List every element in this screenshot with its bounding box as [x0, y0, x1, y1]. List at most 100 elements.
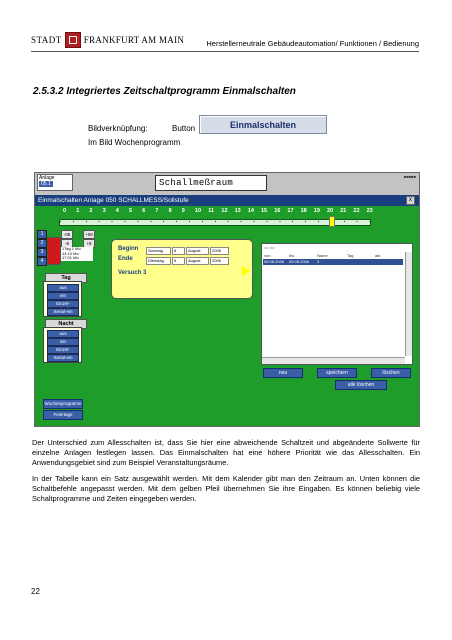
hour-label: 4: [115, 208, 119, 214]
hour-label: 8: [168, 208, 172, 214]
ende-weekday[interactable]: Dienstag: [146, 257, 171, 265]
hour-scale: 0 1 2 3 4 5 6 7 8 9 10 11 12 13 14 15 16 17 18 19 20 21 22 23: [63, 208, 383, 216]
close-icon[interactable]: x: [406, 196, 415, 205]
page-number: 22: [31, 587, 40, 596]
tag-serial-ein-button[interactable]: Serial-ein: [47, 308, 79, 316]
hour-label: 7: [155, 208, 159, 214]
room-name-field: Schallmeßraum: [155, 175, 267, 191]
table-title: ••• ••••: [264, 245, 275, 250]
hour-label: 13: [234, 208, 241, 214]
table-row[interactable]: 06.08.2006 09.08.2006 3: [263, 259, 403, 265]
date-range-panel: Beginn Ende Sonntag 6 August 2006 Dienst…: [111, 239, 253, 299]
control-num-2[interactable]: 2: [37, 239, 47, 248]
tag-einzel-freigabe-button[interactable]: Einzel-Freigabe: [47, 300, 79, 312]
section-title: 2.5.3.2 Integriertes Zeitschaltprogramm …: [33, 86, 296, 97]
logo-word-stadt: STADT: [31, 35, 62, 45]
hour-label: 12: [221, 208, 228, 214]
page-header: STADT FRANKFURT AM MAIN Herstellerneutra…: [31, 29, 419, 52]
nacht-ein-button[interactable]: ein: [47, 338, 79, 346]
col-name: Name: [317, 253, 328, 258]
nacht-panel: aus ein Einzel-Freigabe Serial-ein: [43, 327, 82, 363]
hour-label: 10: [195, 208, 202, 214]
paragraph-1: Der Unterschied zum Allesschalten ist, d…: [32, 438, 420, 467]
hour-label: 3: [102, 208, 106, 214]
apply-arrow-icon[interactable]: [242, 266, 250, 276]
bildverknuepfung-type: Button: [172, 124, 196, 133]
ende-year[interactable]: 2006: [210, 257, 229, 265]
hour-label: 19: [313, 208, 320, 214]
control-num-3[interactable]: 3: [37, 248, 47, 257]
hour-label: 18: [300, 208, 307, 214]
feiertage-button[interactable]: Feiertage: [43, 410, 83, 420]
beginn-year[interactable]: 2006: [210, 247, 229, 255]
hour-label: 16: [274, 208, 281, 214]
wochenprogramm-button[interactable]: Wochenprogramm: [43, 399, 83, 409]
einmalschalten-button[interactable]: Einmalschalten: [199, 115, 327, 134]
vertical-scrollbar[interactable]: [405, 252, 412, 356]
ende-label: Ende: [118, 256, 133, 262]
hour-label: 20: [327, 208, 334, 214]
hour-label: 6: [142, 208, 146, 214]
anlage-value[interactable]: 05.1: [39, 181, 53, 187]
minus-08-button[interactable]: -08: [61, 230, 73, 239]
status-indicator: [47, 237, 61, 265]
neu-button[interactable]: neu: [263, 368, 303, 378]
beginn-weekday[interactable]: Sonntag: [146, 247, 171, 255]
hour-label: 22: [353, 208, 360, 214]
tag-aus-button[interactable]: aus: [47, 284, 79, 292]
header-breadcrumb: Herstellerneutrale Gebäudeautomation/ Fu…: [206, 39, 419, 48]
hour-label: 1: [76, 208, 80, 214]
tag-ein-button[interactable]: ein: [47, 292, 79, 300]
tag-panel: aus ein Einzel-Freigabe Serial-ein: [43, 281, 82, 317]
cell-name: 3: [317, 259, 320, 264]
city-seal-icon: [64, 32, 81, 48]
col-von: von: [264, 253, 271, 258]
paragraph-2: In der Tabelle kann ein Satz ausgewählt …: [32, 474, 420, 503]
horizontal-scrollbar[interactable]: [262, 357, 405, 364]
date-line: 17.01 Mo: [62, 255, 79, 260]
control-block: 1 2 3 4 -08 +08 -8 +8 1Tag 1 Mo 14.10 Mo…: [37, 230, 95, 270]
anlage-box: Anlage 05.1: [37, 174, 73, 191]
beginn-day[interactable]: 6: [172, 247, 185, 255]
bildverknuepfung-sub: Im Bild Wochenprogramm: [88, 138, 181, 147]
window-titlebar: Einmalschalten Anlage 050 SCHALLMESS/Sol…: [35, 195, 419, 206]
ende-month[interactable]: August: [186, 257, 209, 265]
top-status-text: ■■■■■: [403, 174, 416, 179]
hour-label: 14: [247, 208, 254, 214]
hour-label: 17: [287, 208, 294, 214]
timeline-bar: [59, 219, 371, 226]
logo-word-frankfurt: FRANKFURT AM MAIN: [83, 35, 185, 45]
timeline-marker[interactable]: [329, 216, 335, 227]
window-title: Einmalschalten Anlage 050 SCHALLMESS/Sol…: [38, 197, 189, 204]
col-akt: akt: [375, 253, 381, 258]
hour-label: 11: [208, 208, 215, 214]
date-readout: 1Tag 1 Mo 14.10 Mo 17.01 Mo: [61, 246, 93, 261]
city-logo: STADT FRANKFURT AM MAIN: [31, 32, 184, 48]
alle-loeschen-button[interactable]: alle löschen: [335, 380, 387, 390]
col-bis: bis: [289, 253, 295, 258]
cell-von: 06.08.2006: [264, 259, 285, 264]
control-num-1[interactable]: 1: [37, 230, 47, 239]
speichern-button[interactable]: speichern: [317, 368, 357, 378]
col-tag: Tag: [347, 253, 354, 258]
bildverknuepfung-label: Bildverknüpfung:: [88, 124, 148, 133]
schedule-table: ••• •••• von bis Name Tag akt 06.08.2006…: [261, 243, 413, 365]
nacht-serial-ein-button[interactable]: Serial-ein: [47, 354, 79, 362]
einmalschalten-screenshot: Anlage 05.1 Schallmeßraum ■■■■■ Einmalsc…: [34, 172, 420, 427]
beginn-label: Beginn: [118, 246, 139, 252]
loeschen-button[interactable]: löschen: [371, 368, 411, 378]
hour-label: 15: [261, 208, 268, 214]
hour-label: 5: [129, 208, 133, 214]
nacht-aus-button[interactable]: aus: [47, 330, 79, 338]
nacht-einzel-freigabe-button[interactable]: Einzel-Freigabe: [47, 346, 79, 358]
hour-label: 0: [63, 208, 67, 214]
versuch-label: Versuch 3: [118, 270, 147, 276]
ende-day[interactable]: 9: [172, 257, 185, 265]
green-panel: 0 1 2 3 4 5 6 7 8 9 10 11 12 13 14 15 16 17 18 19 20 21 22 23 1…: [35, 206, 419, 426]
beginn-month[interactable]: August: [186, 247, 209, 255]
control-num-4[interactable]: 4: [37, 257, 47, 266]
hour-label: 23: [366, 208, 373, 214]
plus-08-button[interactable]: +08: [83, 230, 95, 239]
hour-label: 2: [89, 208, 93, 214]
hour-label: 9: [181, 208, 185, 214]
